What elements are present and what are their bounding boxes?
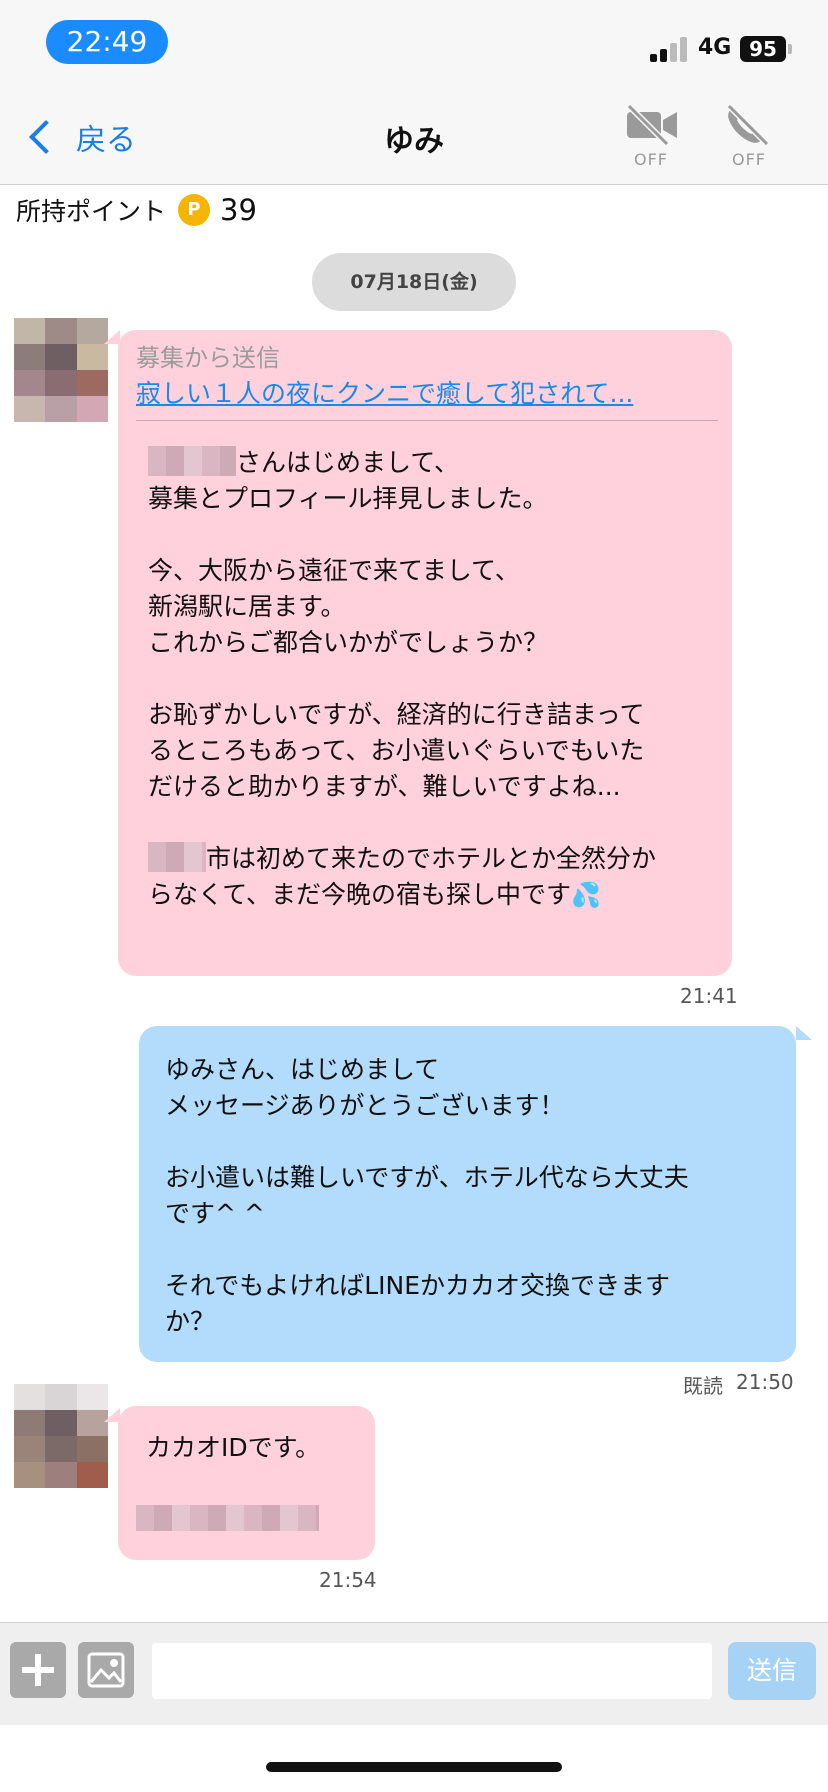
video-off-icon bbox=[626, 103, 677, 147]
bubble-tail bbox=[796, 1026, 812, 1040]
plus-icon bbox=[22, 1654, 54, 1686]
message-line: これからご都合いかがでしょうか？ bbox=[148, 628, 549, 657]
message-time: 21:50 bbox=[736, 1370, 794, 1394]
message-line: お小遣いは難しいですが、ホテル代なら大丈夫 bbox=[165, 1163, 689, 1192]
message-line: さんはじめまして、 bbox=[148, 445, 718, 481]
points-label: 所持ポイント bbox=[16, 197, 167, 226]
phone-off-icon bbox=[726, 103, 770, 147]
message-line: だけると助かりますが、難しいですよね... bbox=[148, 772, 621, 801]
message-time: 21:41 bbox=[680, 984, 738, 1008]
voice-call-button[interactable]: OFF bbox=[714, 102, 784, 180]
signal-icon bbox=[650, 36, 692, 62]
divider bbox=[136, 420, 718, 421]
status-bar: 22:49 4G 95 bbox=[0, 0, 828, 90]
message-line: です^ ^ bbox=[165, 1199, 265, 1228]
phone-off-label: OFF bbox=[732, 150, 766, 169]
message-line: 新潟駅に居ます。 bbox=[148, 592, 346, 621]
video-call-button[interactable]: OFF bbox=[616, 102, 686, 180]
image-icon bbox=[87, 1652, 125, 1688]
network-type: 4G bbox=[698, 35, 732, 60]
message-line: ゆみさん、はじめまして bbox=[165, 1055, 440, 1084]
status-time: 22:49 bbox=[46, 20, 168, 64]
message-line: カカオIDです。 bbox=[146, 1433, 321, 1462]
message-bubble-outgoing: ゆみさん、はじめまして メッセージありがとうございます！ お小遣いは難しいですが… bbox=[139, 1026, 796, 1362]
input-bar: 送信 bbox=[0, 1622, 828, 1725]
message-line: るところもあって、お小遣いぐらいでもいた bbox=[148, 736, 645, 765]
home-indicator bbox=[266, 1762, 562, 1772]
message-bubble-incoming: 募集から送信 寂しい１人の夜にクンニで癒して犯されて... さんはじめまして、 … bbox=[118, 330, 732, 976]
message-bubble-incoming: カカオIDです。 bbox=[118, 1406, 375, 1560]
message-body: さんはじめまして、 募集とプロフィール拝見しました。 今、大阪から遠征で来てまし… bbox=[136, 431, 718, 913]
redacted-name bbox=[148, 446, 236, 476]
points-value: 39 bbox=[220, 193, 257, 227]
avatar[interactable] bbox=[14, 1384, 108, 1488]
redacted-id bbox=[136, 1505, 319, 1531]
video-off-label: OFF bbox=[634, 150, 668, 169]
redacted-city bbox=[148, 842, 206, 872]
recruit-label: 募集から送信 bbox=[136, 344, 280, 372]
sweat-droplets-icon: 💦 bbox=[571, 881, 601, 909]
message-line: お恥ずかしいですが、経済的に行き詰まって bbox=[148, 700, 645, 729]
message-input[interactable] bbox=[152, 1643, 712, 1699]
date-chip: 07月18日(金) bbox=[312, 253, 516, 311]
message-line: か？ bbox=[165, 1307, 216, 1336]
read-status: 既読 bbox=[683, 1374, 723, 1398]
recruit-link[interactable]: 寂しい１人の夜にクンニで癒して犯されて... bbox=[136, 376, 718, 412]
message-line: それでもよければLINEかカカオ交換できます bbox=[165, 1271, 671, 1300]
nav-bar: 戻る ゆみ OFF OFF bbox=[0, 90, 828, 185]
message-line: 今、大阪から遠征で来てまして、 bbox=[148, 556, 520, 585]
message-line: メッセージありがとうございます！ bbox=[165, 1091, 565, 1120]
points-display: 所持ポイント P 39 bbox=[16, 190, 257, 230]
add-button[interactable] bbox=[10, 1642, 66, 1698]
battery-nub bbox=[788, 44, 792, 54]
battery-icon: 95 bbox=[740, 36, 786, 62]
image-button[interactable] bbox=[78, 1642, 134, 1698]
send-button[interactable]: 送信 bbox=[728, 1642, 816, 1700]
message-line: 市は初めて来たのでホテルとか全然分か bbox=[148, 841, 718, 877]
message-line: 募集とプロフィール拝見しました。 bbox=[148, 484, 548, 513]
message-line: らなくて、まだ今晩の宿も探し中です💦 bbox=[148, 880, 601, 909]
avatar[interactable] bbox=[14, 318, 108, 422]
bubble-tail bbox=[104, 330, 120, 344]
message-line bbox=[136, 1500, 375, 1536]
page-title: ゆみ bbox=[384, 124, 444, 159]
point-coin-icon: P bbox=[178, 194, 211, 226]
message-time: 21:54 bbox=[319, 1568, 377, 1592]
